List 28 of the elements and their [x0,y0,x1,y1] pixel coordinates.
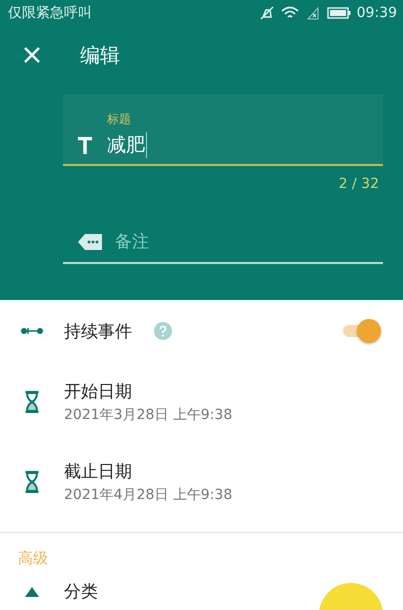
row-date: 2021年3月28日 上午9:38 [64,406,232,424]
title-field[interactable]: 标题 减肥 [63,94,383,166]
hourglass-icon [25,391,39,413]
battery-icon [326,7,351,19]
section-header: 高级 [17,548,49,568]
status-carrier: 仅限紧急呼叫 [8,4,92,22]
toolbar-title: 编辑 [80,42,120,68]
toggle-switch[interactable] [341,319,381,343]
hourglass-icon [25,471,39,493]
status-time: 09:39 [356,5,397,21]
field-label: 标题 [107,111,132,128]
help-icon[interactable] [154,322,172,340]
triangle-icon [25,586,39,596]
row-title: 持续事件 [64,320,132,342]
notes-field[interactable]: 备注 [115,232,383,252]
close-icon [23,46,41,64]
text-icon [77,137,93,154]
character-counter: 2 / 32 [338,176,379,192]
wifi-icon [280,6,299,20]
row-title[interactable]: 截止日期 [64,460,232,483]
mute-icon [260,6,274,20]
row-date: 2021年4月28日 上午9:38 [64,486,232,504]
label-icon [77,233,103,251]
row-title[interactable]: 分类 [64,580,98,603]
row-title[interactable]: 开始日期 [64,380,232,403]
range-icon [21,327,43,335]
field-value: 减肥 [107,132,147,158]
signal-icon [306,6,320,20]
